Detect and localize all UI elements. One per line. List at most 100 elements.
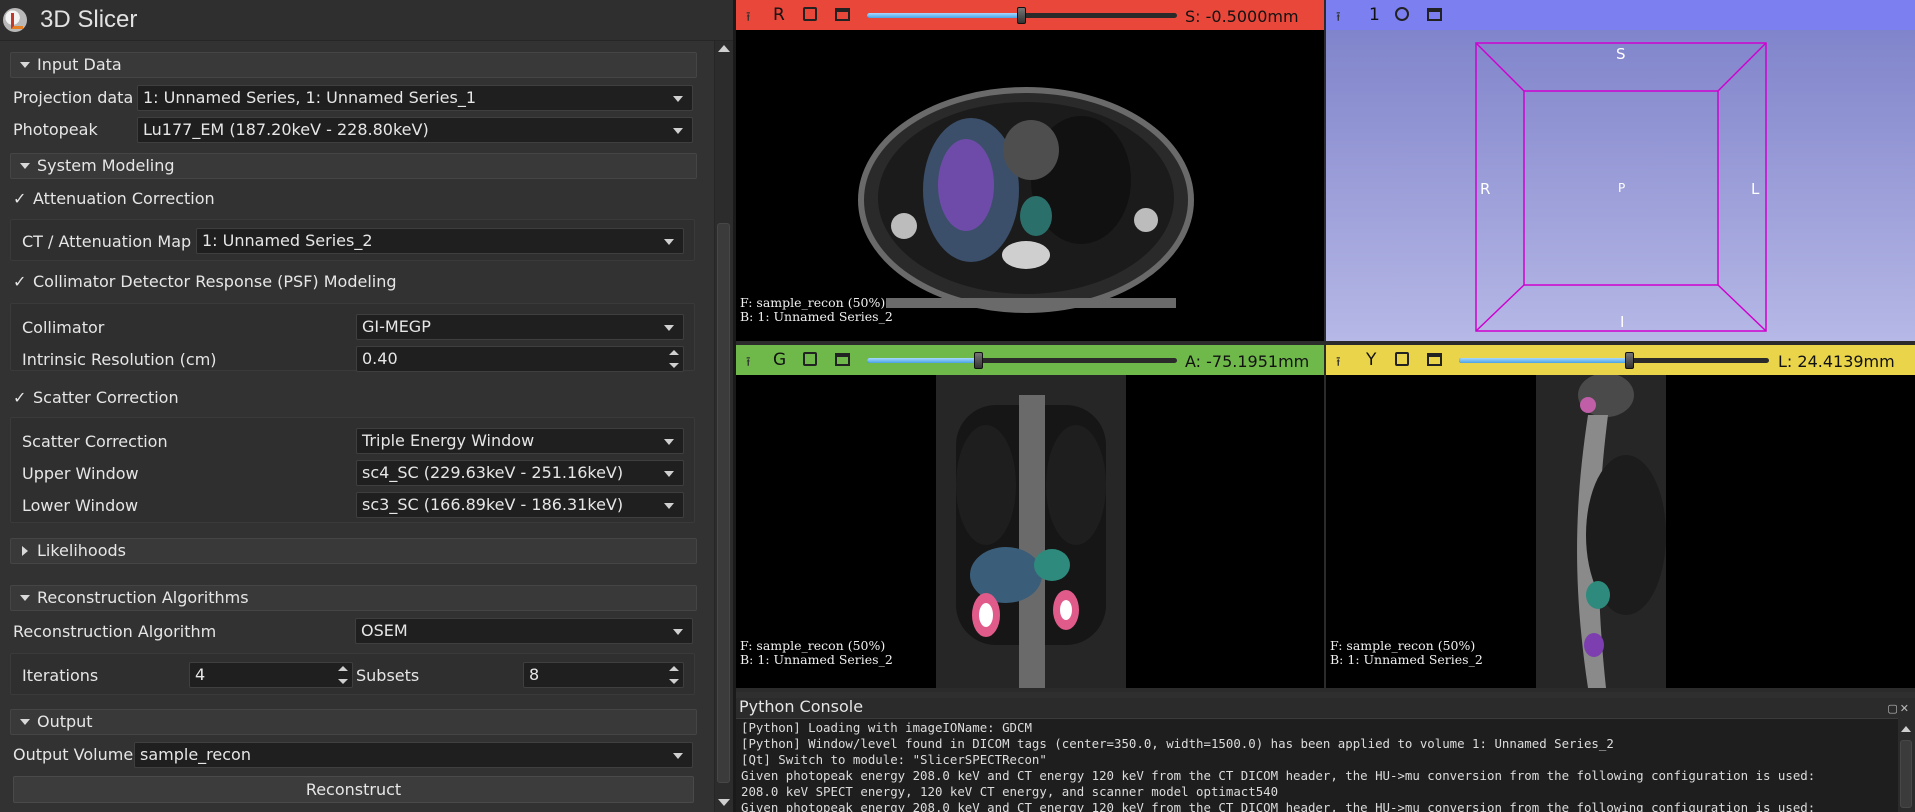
link-icon[interactable]: [803, 352, 817, 366]
scatter-correction-label: Scatter Correction: [33, 388, 179, 407]
console-window-buttons[interactable]: ▢✕: [1887, 702, 1911, 715]
yellow-slice-view[interactable]: ⭱ Y L: 24.4139mm F: sample_recon (50%) B…: [1326, 345, 1915, 688]
psf-modeling-checkbox[interactable]: ✓ Collimator Detector Response (PSF) Mode…: [13, 272, 397, 291]
yellow-view-label: Y: [1366, 350, 1377, 370]
section-title: Likelihoods: [37, 541, 126, 560]
console-resize-handle[interactable]: [736, 692, 1915, 698]
scatter-correction-checkbox[interactable]: ✓ Scatter Correction: [13, 388, 179, 407]
green-foreground-label: F: sample_recon (50%): [740, 638, 886, 653]
scroll-up-icon[interactable]: [718, 45, 730, 52]
section-system-modeling[interactable]: System Modeling: [10, 153, 697, 179]
photopeak-select[interactable]: Lu177_EM (187.20keV - 228.80keV): [137, 117, 693, 143]
spin-up-icon[interactable]: [338, 666, 348, 671]
cube-posterior-label: P: [1618, 181, 1626, 195]
console-scrollbar[interactable]: [1898, 718, 1915, 812]
section-reconstruction-algorithms[interactable]: Reconstruction Algorithms: [10, 585, 697, 611]
maximize-view-icon[interactable]: [835, 353, 850, 366]
module-scrollbar[interactable]: [714, 41, 733, 812]
green-slice-offset: A: -75.1951mm: [1185, 352, 1310, 371]
chevron-down-icon: [664, 471, 674, 477]
lower-window-select[interactable]: sc3_SC (166.89keV - 186.31keV): [356, 492, 684, 518]
attenuation-group: CT / Attenuation Map 1: Unnamed Series_2: [10, 219, 695, 261]
lower-window-value: sc3_SC (166.89keV - 186.31keV): [362, 495, 624, 514]
ct-attenuation-map-label: CT / Attenuation Map: [22, 232, 192, 251]
collapse-arrow-icon: [20, 595, 30, 601]
scroll-up-icon[interactable]: [1901, 726, 1911, 732]
app-title: 3D Slicer: [40, 6, 138, 33]
green-slice-view[interactable]: ⭱ G A: -75.1951mm F: sample_recon (50%) …: [736, 345, 1324, 688]
cube-right-label: R: [1480, 180, 1491, 198]
yellow-foreground-label: F: sample_recon (50%): [1330, 638, 1476, 653]
pin-icon[interactable]: ⭱: [746, 353, 751, 375]
subsets-value: 8: [529, 665, 540, 684]
spin-up-icon[interactable]: [669, 350, 679, 355]
lower-window-label: Lower Window: [22, 496, 139, 515]
red-slice-slider[interactable]: [867, 7, 1177, 24]
subsets-spinbox[interactable]: 8: [523, 662, 684, 688]
checkmark-icon: ✓: [13, 189, 27, 208]
console-output[interactable]: [Python] Loading with imageIOName: GDCM …: [736, 718, 1898, 812]
3d-view[interactable]: ⭱ 1 S R P L I: [1326, 0, 1915, 341]
scroll-thumb[interactable]: [1900, 740, 1912, 808]
green-slice-slider[interactable]: [867, 352, 1177, 369]
spin-down-icon[interactable]: [669, 679, 679, 684]
module-panel: 3D Slicer Input Data Projection data 1: …: [0, 0, 733, 812]
attenuation-correction-checkbox[interactable]: ✓ Attenuation Correction: [13, 189, 215, 208]
upper-window-select[interactable]: sc4_SC (229.63keV - 251.16keV): [356, 460, 684, 486]
yellow-background-label: B: 1: Unnamed Series_2: [1330, 652, 1483, 667]
spin-up-icon[interactable]: [669, 666, 679, 671]
section-output[interactable]: Output: [10, 709, 697, 735]
chevron-down-icon: [664, 239, 674, 245]
red-view-label: R: [773, 5, 785, 25]
slider-handle[interactable]: [973, 352, 983, 369]
section-title: Reconstruction Algorithms: [37, 588, 249, 607]
python-console: Python Console ▢✕ [Python] Loading with …: [736, 692, 1915, 812]
pin-icon[interactable]: ⭱: [746, 8, 751, 30]
yellow-slice-offset: L: 24.4139mm: [1778, 352, 1895, 371]
reconstruction-algorithm-label: Reconstruction Algorithm: [13, 622, 217, 641]
output-volume-select[interactable]: sample_recon: [134, 742, 693, 768]
ct-attenuation-map-select[interactable]: 1: Unnamed Series_2: [196, 228, 684, 254]
collapse-arrow-icon: [20, 719, 30, 725]
spin-down-icon[interactable]: [338, 679, 348, 684]
iterations-value: 4: [195, 665, 206, 684]
reconstruction-algorithm-select[interactable]: OSEM: [355, 618, 693, 644]
scatter-method-value: Triple Energy Window: [362, 431, 535, 450]
console-title: Python Console: [739, 697, 864, 716]
maximize-view-icon[interactable]: [1427, 353, 1442, 366]
attenuation-correction-label: Attenuation Correction: [33, 189, 215, 208]
maximize-view-icon[interactable]: [835, 8, 850, 21]
red-view-controller: ⭱ R S: -0.5000mm: [736, 0, 1324, 30]
spin-down-icon[interactable]: [669, 363, 679, 368]
yellow-slice-slider[interactable]: [1459, 352, 1769, 369]
reconstruction-algorithm-value: OSEM: [361, 621, 408, 640]
iterations-spinbox[interactable]: 4: [189, 662, 353, 688]
scroll-thumb[interactable]: [717, 223, 730, 783]
green-view-controller: ⭱ G A: -75.1951mm: [736, 345, 1324, 375]
iterations-label: Iterations: [22, 666, 99, 685]
projection-data-select[interactable]: 1: Unnamed Series, 1: Unnamed Series_1: [137, 85, 693, 111]
section-input-data[interactable]: Input Data: [10, 52, 697, 78]
pin-icon[interactable]: ⭱: [1336, 353, 1341, 375]
slider-fill: [867, 358, 979, 363]
section-likelihoods[interactable]: Likelihoods: [10, 538, 697, 564]
scroll-down-icon[interactable]: [718, 799, 730, 806]
ct-attenuation-map-value: 1: Unnamed Series_2: [202, 231, 373, 250]
slider-handle[interactable]: [1624, 352, 1634, 369]
link-icon[interactable]: [803, 7, 817, 21]
red-slice-view[interactable]: ⭱ R S: -0.5000mm F: sample_recon (50%) B…: [736, 0, 1324, 341]
link-icon[interactable]: [1395, 352, 1409, 366]
chevron-down-icon: [673, 96, 683, 102]
section-title: Output: [37, 712, 93, 731]
scatter-method-select[interactable]: Triple Energy Window: [356, 428, 684, 454]
psf-modeling-label: Collimator Detector Response (PSF) Model…: [33, 272, 397, 291]
photopeak-label: Photopeak: [13, 120, 98, 139]
collapse-arrow-icon: [20, 163, 30, 169]
collimator-select[interactable]: GI-MEGP: [356, 314, 684, 340]
intrinsic-resolution-value: 0.40: [362, 349, 398, 368]
slider-handle[interactable]: [1017, 7, 1026, 24]
upper-window-value: sc4_SC (229.63keV - 251.16keV): [362, 463, 624, 482]
reconstruct-button[interactable]: Reconstruct: [13, 776, 694, 803]
intrinsic-resolution-spinbox[interactable]: 0.40: [356, 346, 684, 372]
scatter-group: Scatter Correction Triple Energy Window …: [10, 417, 695, 523]
